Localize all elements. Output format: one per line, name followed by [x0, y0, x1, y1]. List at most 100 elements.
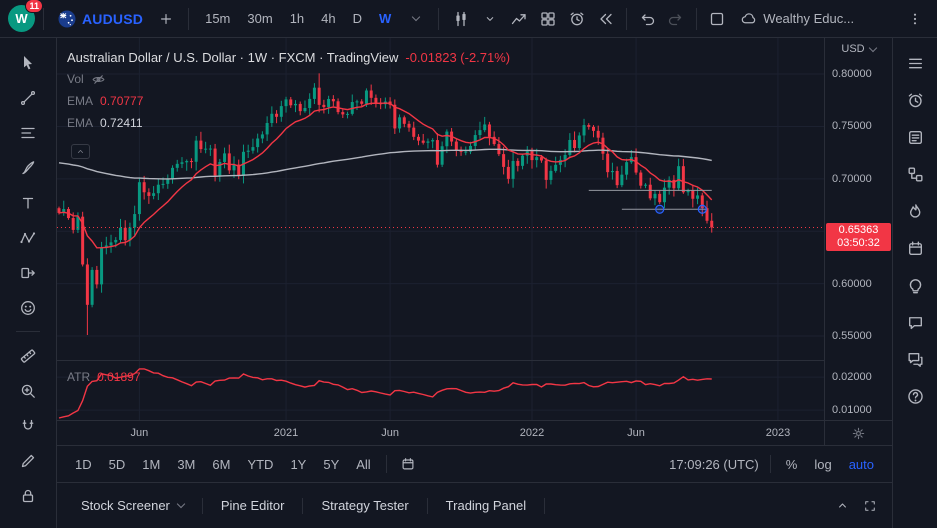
tab-pine-editor[interactable]: Pine Editor: [203, 483, 303, 528]
forecast-tool[interactable]: [11, 256, 45, 289]
trend-line-tool[interactable]: [11, 81, 45, 114]
tab-stock-screener[interactable]: Stock Screener: [63, 483, 202, 528]
time-axis-label: Jun: [627, 427, 645, 439]
toolbar-separator: [770, 455, 771, 473]
session-clock[interactable]: 17:09:26 (UTC): [665, 457, 763, 472]
object-tree-button[interactable]: [900, 159, 930, 189]
timeframe-4h[interactable]: 4h: [313, 7, 343, 30]
alert-button[interactable]: [563, 5, 591, 33]
object-tree-icon: [906, 165, 925, 184]
indicators-button[interactable]: [505, 5, 533, 33]
range-6m[interactable]: 6M: [204, 453, 238, 476]
percent-scale-button[interactable]: %: [778, 453, 806, 476]
chat-button[interactable]: [900, 307, 930, 337]
range-1y[interactable]: 1Y: [282, 453, 314, 476]
settings-gear-icon[interactable]: [851, 426, 866, 441]
hotlists-button[interactable]: [900, 196, 930, 226]
calendar-button[interactable]: [900, 233, 930, 263]
range-1d[interactable]: 1D: [67, 453, 100, 476]
range-5d[interactable]: 5D: [101, 453, 134, 476]
log-scale-button[interactable]: log: [806, 453, 839, 476]
axis-settings-corner: [824, 420, 892, 445]
toolbar-separator: [188, 8, 189, 30]
style-chevron-button[interactable]: [476, 5, 504, 33]
tab-strategy-tester[interactable]: Strategy Tester: [303, 483, 426, 528]
audusd-flag-icon: [58, 10, 76, 28]
more-menu-button[interactable]: [901, 5, 929, 33]
candle-style-button[interactable]: [447, 5, 475, 33]
visibility-off-icon[interactable]: [91, 72, 106, 87]
help-icon: [906, 387, 925, 406]
date-range-group: 1D5D1M3M6MYTD1Y5YAll: [67, 453, 379, 476]
undo-button[interactable]: [633, 5, 661, 33]
range-5y[interactable]: 5Y: [315, 453, 347, 476]
user-avatar[interactable]: W 11: [8, 5, 35, 32]
zoom-tool[interactable]: [11, 374, 45, 407]
text-tool[interactable]: [11, 186, 45, 219]
chart-area: Australian Dollar / U.S. Dollar · 1W · F…: [57, 38, 892, 445]
timeframe-30m[interactable]: 30m: [239, 7, 280, 30]
price-axis-currency-button[interactable]: USD: [825, 38, 892, 60]
timeframe-1h[interactable]: 1h: [282, 7, 312, 30]
timeframe-d[interactable]: D: [345, 7, 370, 30]
emoji-tool[interactable]: [11, 291, 45, 324]
bar-countdown: 03:50:32: [826, 237, 891, 250]
chart-plot[interactable]: Australian Dollar / U.S. Dollar · 1W · F…: [57, 38, 824, 420]
fullscreen-button[interactable]: [703, 5, 731, 33]
alert-icon: [568, 10, 586, 28]
brush-tool[interactable]: [11, 151, 45, 184]
cursor-tool[interactable]: [11, 46, 45, 79]
alerts-button[interactable]: [900, 85, 930, 115]
magnet-icon: [19, 417, 37, 435]
ideas-button[interactable]: [900, 270, 930, 300]
redo-button[interactable]: [662, 5, 690, 33]
ema-2-value: 0.72411: [100, 116, 143, 130]
panel-expand-button[interactable]: [828, 492, 856, 520]
measure-tool[interactable]: [11, 339, 45, 372]
edit-tool[interactable]: [11, 444, 45, 477]
bottom-panel-tabs: Stock ScreenerPine EditorStrategy Tester…: [57, 482, 892, 528]
xabcd-pattern-tool[interactable]: [11, 221, 45, 254]
range-all[interactable]: All: [348, 453, 378, 476]
range-ytd[interactable]: YTD: [239, 453, 281, 476]
go-to-date-button[interactable]: [394, 450, 422, 478]
atr-legend-row[interactable]: ATR 0.01897: [67, 366, 141, 388]
magnet-tool[interactable]: [11, 409, 45, 442]
timeframe-w[interactable]: W: [371, 7, 399, 30]
symbol-search-button[interactable]: AUDUSD: [52, 5, 149, 33]
price-axis-label: 0.75000: [832, 119, 872, 133]
time-axis[interactable]: Jun2021Jun2022Jun2023: [57, 420, 824, 445]
xabcd-pattern-icon: [19, 229, 37, 247]
news-button[interactable]: [900, 122, 930, 152]
bar-replay-button[interactable]: [592, 5, 620, 33]
ema-2-legend-row[interactable]: EMA 0.72411: [67, 112, 510, 134]
tab-trading-panel[interactable]: Trading Panel: [428, 483, 544, 528]
legend-collapse-button[interactable]: [71, 144, 90, 159]
help-button[interactable]: [900, 381, 930, 411]
ema-1-label: EMA: [67, 94, 93, 108]
ema-1-legend-row[interactable]: EMA 0.70777: [67, 90, 510, 112]
range-3m[interactable]: 3M: [169, 453, 203, 476]
cloud-sync-icon: [740, 10, 757, 27]
timeframe-dropdown-button[interactable]: [402, 5, 430, 33]
timeframe-15m[interactable]: 15m: [197, 7, 238, 30]
fib-retracement-tool[interactable]: [11, 116, 45, 149]
watchlist-button[interactable]: [900, 48, 930, 78]
conversations-button[interactable]: [900, 344, 930, 374]
symbol-legend-row[interactable]: Australian Dollar / U.S. Dollar · 1W · F…: [67, 46, 510, 68]
toolbar-separator: [626, 8, 627, 30]
tab-list: Stock ScreenerPine EditorStrategy Tester…: [63, 483, 545, 528]
range-1m[interactable]: 1M: [134, 453, 168, 476]
multichart-layout-button[interactable]: [534, 5, 562, 33]
panel-maximize-button[interactable]: [856, 492, 884, 520]
cloud-layout-button[interactable]: Wealthy Educ...: [734, 10, 860, 27]
toolbar-separator: [696, 8, 697, 30]
brush-icon: [19, 159, 37, 177]
toolbar-separator: [43, 8, 44, 30]
auto-scale-button[interactable]: auto: [841, 453, 882, 476]
volume-legend-row[interactable]: Vol: [67, 68, 510, 90]
lock-tool[interactable]: [11, 479, 45, 512]
price-axis[interactable]: USD 0.65363 03:50:32 0.800000.750000.700…: [824, 38, 892, 420]
add-symbol-button[interactable]: [152, 5, 180, 33]
chart-column: Australian Dollar / U.S. Dollar · 1W · F…: [57, 38, 892, 528]
